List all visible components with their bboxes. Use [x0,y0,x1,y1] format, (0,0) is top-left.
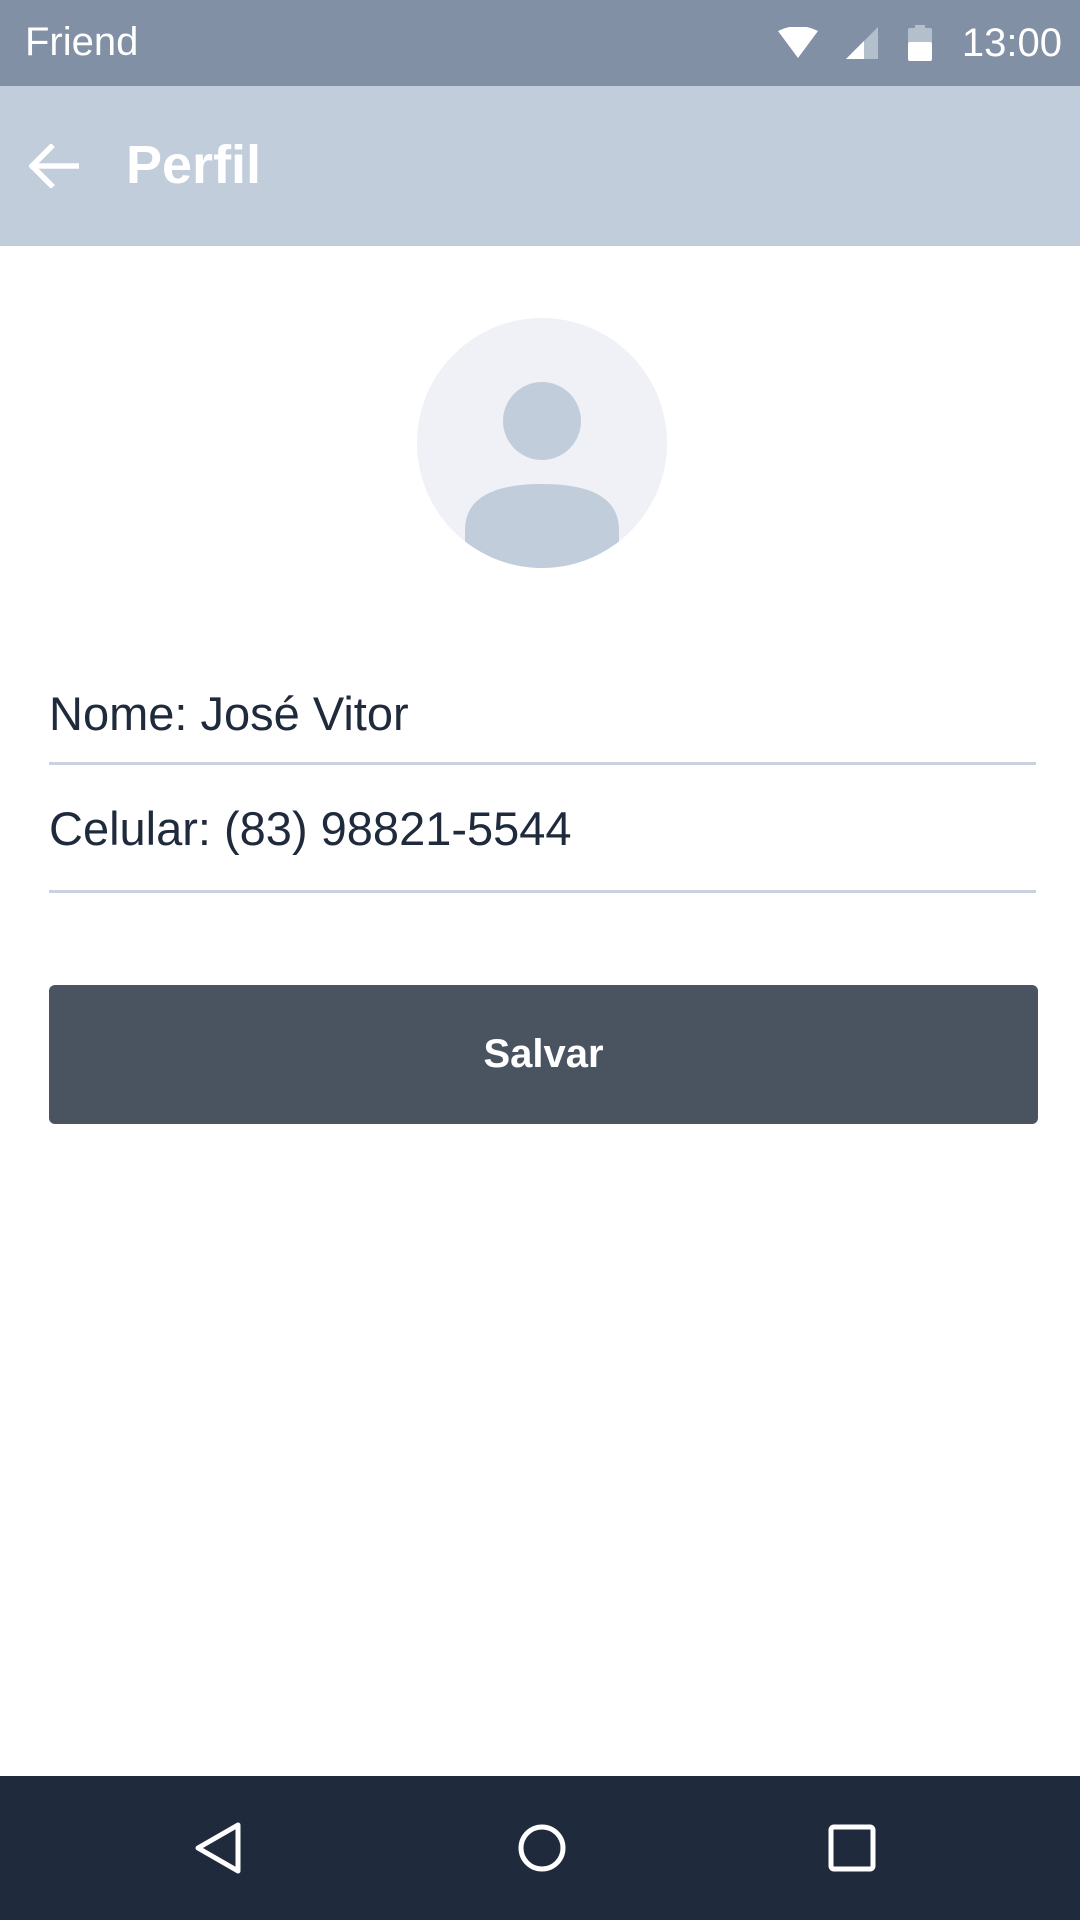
save-button-label: Salvar [483,1032,604,1076]
save-button[interactable]: Salvar [49,985,1038,1124]
back-button[interactable] [20,132,88,200]
profile-screen: Friend 13:00 Perfil Nome: José Vitor Cel… [0,0,1080,1920]
status-bar: Friend 13:00 [0,0,1080,86]
nav-back-icon [195,1822,241,1874]
phone-field[interactable]: Celular: (83) 98821-5544 [49,790,1036,893]
signal-icon [845,27,878,59]
avatar[interactable] [417,318,667,568]
nav-recents-button[interactable] [802,1798,902,1898]
nav-recents-icon [828,1824,876,1872]
battery-icon [907,25,932,61]
nav-home-icon [518,1824,566,1872]
navigation-bar [0,1776,1080,1920]
nav-back-button[interactable] [168,1798,268,1898]
nav-home-button[interactable] [492,1798,592,1898]
arrow-left-icon [29,144,79,188]
status-time: 13:00 [961,21,1062,65]
person-placeholder-icon [465,382,619,568]
name-field[interactable]: Nome: José Vitor [49,672,1036,765]
wifi-icon [777,27,818,58]
page-title: Perfil [126,135,262,195]
app-bar: Perfil [0,86,1080,246]
status-app-name: Friend [25,20,139,64]
status-icons: 13:00 [777,0,1062,86]
